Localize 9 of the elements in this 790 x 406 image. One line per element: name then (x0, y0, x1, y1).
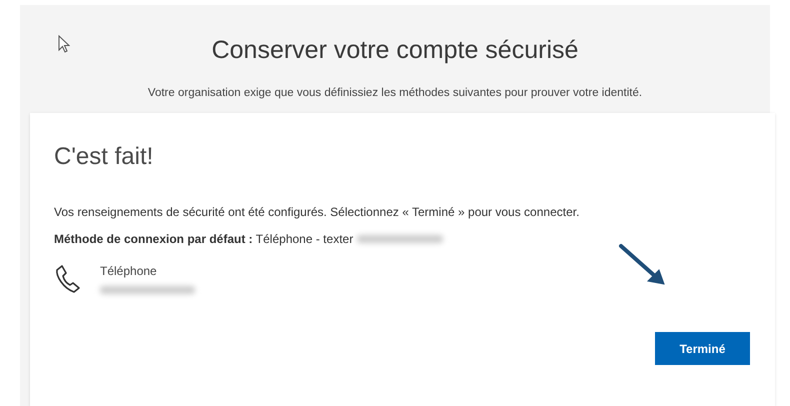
page-subtitle: Votre organisation exige que vous définissiez les méthodes suivantes pour prouver votre identité. (148, 87, 642, 99)
arrow-icon (618, 243, 666, 287)
default-method-text: Méthode de connexion par défaut : Téléphone - texter (54, 232, 354, 246)
page-title: Conserver votre compte sécurisé (212, 36, 578, 65)
done-button[interactable]: Terminé (655, 332, 750, 365)
card-heading: C'est fait! (54, 143, 154, 171)
success-message: Vos renseignements de sécurité ont été configurés. Sélectionnez « Terminé » pour vous connecter. (54, 205, 580, 219)
method-name: Téléphone (100, 264, 158, 278)
cursor-icon (58, 35, 70, 53)
